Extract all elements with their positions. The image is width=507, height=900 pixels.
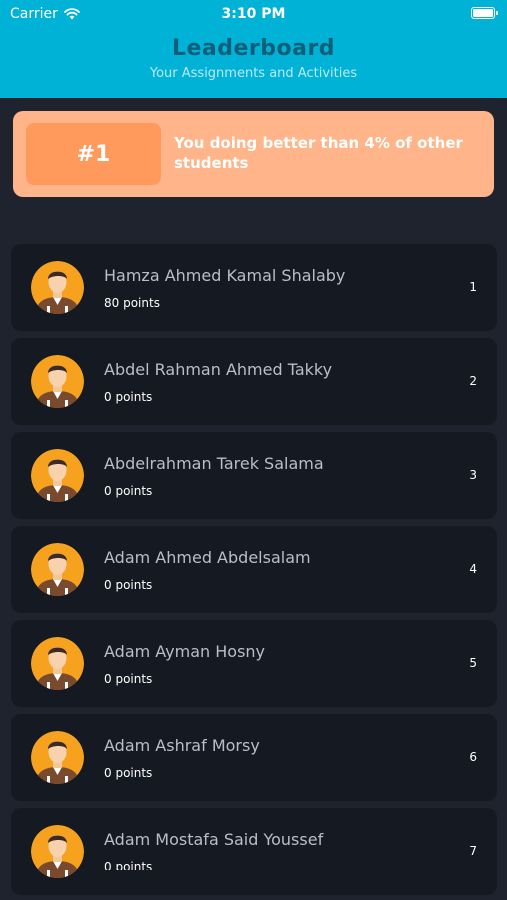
student-rank: 6 [469, 750, 477, 764]
page-title: Leaderboard [171, 36, 336, 61]
leaderboard-row[interactable]: Adam Ashraf Morsy 0 points 6 [11, 714, 497, 801]
student-name: Abdelrahman Tarek Salama [104, 454, 324, 473]
student-rank: 5 [469, 656, 477, 670]
student-points: 0 points [104, 390, 153, 404]
leaderboard-row[interactable]: Adam Mostafa Said Youssef 0 points 7 [11, 808, 497, 895]
student-rank: 3 [469, 468, 477, 482]
status-time: 3:10 PM [221, 6, 286, 22]
student-avatar-icon [31, 731, 84, 784]
rank-banner: #1 You doing better than 4% of other stu… [13, 111, 494, 197]
student-avatar-icon [31, 355, 84, 408]
student-rank: 7 [469, 844, 477, 858]
student-name: Adam Ayman Hosny [104, 642, 266, 661]
student-name: Adam Ahmed Abdelsalam [104, 548, 311, 567]
app-header: Carrier 3:10 PM Leaderboard Your Assignm… [0, 0, 507, 98]
student-points: 0 points [104, 860, 153, 870]
leaderboard-row[interactable]: Adam Ahmed Abdelsalam 0 points 4 [11, 526, 497, 613]
leaderboard-row[interactable]: Abdel Rahman Ahmed Takky 0 points 2 [11, 338, 497, 425]
student-avatar-icon [31, 449, 84, 502]
student-rank: 4 [469, 562, 477, 576]
leaderboard-row[interactable]: Abdelrahman Tarek Salama 0 points 3 [11, 432, 497, 519]
leaderboard-list[interactable]: Hamza Ahmed Kamal Shalaby 80 points 1 Ab… [11, 244, 497, 900]
student-name: Hamza Ahmed Kamal Shalaby [104, 266, 346, 285]
status-bar: Carrier 3:10 PM [0, 0, 507, 28]
student-points: 80 points [104, 296, 160, 310]
student-rank: 2 [469, 374, 477, 388]
student-points: 0 points [104, 766, 153, 780]
leaderboard-row[interactable]: Adam Ayman Hosny 0 points 5 [11, 620, 497, 707]
student-name: Adam Ashraf Morsy [104, 736, 260, 755]
student-points: 0 points [104, 484, 153, 498]
page-subtitle: Your Assignments and Activities [149, 66, 358, 81]
student-name: Abdel Rahman Ahmed Takky [104, 360, 333, 379]
rank-message: You doing better than 4% of other studen… [174, 134, 463, 172]
battery-icon [471, 7, 498, 19]
student-points: 0 points [104, 578, 153, 592]
student-name: Adam Mostafa Said Youssef [104, 830, 324, 849]
student-points: 0 points [104, 672, 153, 686]
student-avatar-icon [31, 261, 84, 314]
student-rank: 1 [469, 280, 477, 294]
student-avatar-icon [31, 543, 84, 596]
student-avatar-icon [31, 637, 84, 690]
student-avatar-icon [31, 825, 84, 878]
rank-badge: #1 [26, 123, 161, 185]
leaderboard-row[interactable]: Hamza Ahmed Kamal Shalaby 80 points 1 [11, 244, 497, 331]
